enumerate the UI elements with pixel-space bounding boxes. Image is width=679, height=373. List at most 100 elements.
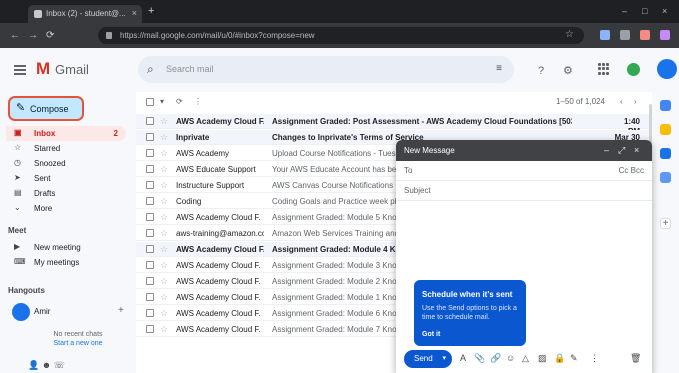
star-icon[interactable]: ☆ xyxy=(160,196,168,206)
star-icon[interactable]: ☆ xyxy=(160,292,168,302)
row-checkbox[interactable] xyxy=(146,197,154,205)
subject-field[interactable]: Subject xyxy=(396,181,652,201)
address-bar[interactable]: https://mail.google.com/mail/u/0/#inbox?… xyxy=(98,27,584,44)
close-tab-icon[interactable]: × xyxy=(132,8,137,18)
extension-icon[interactable] xyxy=(640,30,650,40)
star-icon[interactable]: ☆ xyxy=(160,228,168,238)
extension-icon[interactable] xyxy=(620,30,630,40)
sidebar-item-inbox[interactable]: ▣ Inbox 2 xyxy=(6,126,126,141)
extension-icon[interactable] xyxy=(600,30,610,40)
forward-icon[interactable]: → xyxy=(28,30,38,41)
gmail-logo-text[interactable]: Gmail xyxy=(55,62,89,77)
row-checkbox[interactable] xyxy=(146,277,154,285)
row-checkbox[interactable] xyxy=(146,133,154,141)
star-icon[interactable]: ☆ xyxy=(160,164,168,174)
row-checkbox[interactable] xyxy=(146,117,154,125)
row-checkbox[interactable] xyxy=(146,261,154,269)
fullscreen-icon[interactable]: ⤢ xyxy=(618,145,625,155)
star-icon[interactable]: ☆ xyxy=(160,260,168,270)
close-window-icon[interactable]: × xyxy=(662,6,667,16)
sidebar-item-drafts[interactable]: ▤ Drafts xyxy=(6,186,126,201)
tasks-icon[interactable] xyxy=(660,148,671,159)
star-icon[interactable]: ☆ xyxy=(160,132,168,142)
photo-icon[interactable]: ▨ xyxy=(538,353,547,364)
sidebar-item-sent[interactable]: ➤ Sent xyxy=(6,171,126,186)
browser-tab[interactable]: Inbox (2) - student@... × xyxy=(28,5,142,23)
status-icon[interactable] xyxy=(627,63,640,76)
user-avatar[interactable] xyxy=(12,303,30,321)
star-icon[interactable]: ☆ xyxy=(160,212,168,222)
row-checkbox[interactable] xyxy=(146,325,154,333)
search-icon[interactable]: ⌕ xyxy=(147,62,154,76)
prev-page-icon[interactable]: ‹ xyxy=(620,97,623,107)
row-checkbox[interactable] xyxy=(146,229,154,237)
start-new-link[interactable]: Start a new one xyxy=(48,339,108,348)
row-checkbox[interactable] xyxy=(146,309,154,317)
settings-gear-icon[interactable]: ⚙ xyxy=(563,65,573,77)
sidebar-item-starred[interactable]: ☆ Starred xyxy=(6,141,126,156)
bookmark-star-icon[interactable]: ☆ xyxy=(565,29,574,41)
star-icon[interactable]: ☆ xyxy=(160,308,168,318)
back-icon[interactable]: ← xyxy=(10,30,20,41)
link-icon[interactable]: 🔗 xyxy=(490,353,501,364)
hangouts-footer-icons[interactable]: 👤 ☻ ☏ xyxy=(28,360,65,371)
formatting-icon[interactable]: A xyxy=(460,353,466,364)
sidebar-item-snoozed[interactable]: ◷ Snoozed xyxy=(6,156,126,171)
apps-grid-icon[interactable] xyxy=(598,63,610,75)
recipients-field[interactable]: To Cc Bcc xyxy=(396,161,652,181)
row-checkbox[interactable] xyxy=(146,213,154,221)
minimize-icon[interactable]: – xyxy=(604,145,609,155)
sidebar-item-my-meetings[interactable]: ⌨ My meetings xyxy=(6,255,126,270)
add-addon-icon[interactable]: + xyxy=(660,218,671,229)
add-icon[interactable]: + xyxy=(118,305,124,317)
cc-bcc-link[interactable]: Cc Bcc xyxy=(619,166,644,176)
select-dropdown-icon[interactable]: ▾ xyxy=(160,97,164,107)
more-options-icon[interactable]: ⋮ xyxy=(590,353,599,364)
account-avatar[interactable] xyxy=(657,59,677,79)
search-input[interactable]: Search mail xyxy=(166,64,214,75)
star-icon[interactable]: ☆ xyxy=(160,180,168,190)
keep-icon[interactable] xyxy=(660,124,671,135)
star-icon[interactable]: ☆ xyxy=(160,148,168,158)
confidential-icon[interactable]: 🔒 xyxy=(554,353,565,364)
maximize-icon[interactable]: □ xyxy=(642,6,647,16)
more-options-icon[interactable]: ⋮ xyxy=(194,97,202,107)
gmail-logo-icon[interactable]: M xyxy=(36,60,50,78)
attach-icon[interactable]: 📎 xyxy=(474,353,485,364)
next-page-icon[interactable]: › xyxy=(634,97,637,107)
row-checkbox[interactable] xyxy=(146,245,154,253)
emoji-icon[interactable]: ☺ xyxy=(506,353,515,364)
select-all-checkbox[interactable] xyxy=(146,98,154,106)
sidebar-item-more[interactable]: ⌄ More xyxy=(6,201,126,216)
calendar-icon[interactable] xyxy=(660,100,671,111)
drive-icon[interactable]: △ xyxy=(522,353,529,364)
star-icon[interactable]: ☆ xyxy=(160,276,168,286)
row-checkbox[interactable] xyxy=(146,181,154,189)
compose-button[interactable]: ✎ Compose xyxy=(8,96,84,121)
new-tab-icon[interactable]: + xyxy=(148,5,154,17)
send-button[interactable]: Send ▾ xyxy=(404,350,452,368)
hangouts-user-name[interactable]: Amir xyxy=(34,307,50,317)
minimize-icon[interactable]: – xyxy=(622,6,627,16)
tooltip-got-it-button[interactable]: Got it xyxy=(422,330,440,339)
row-checkbox[interactable] xyxy=(146,165,154,173)
row-checkbox[interactable] xyxy=(146,293,154,301)
row-checkbox[interactable] xyxy=(146,149,154,157)
star-icon[interactable]: ☆ xyxy=(160,244,168,254)
star-icon[interactable]: ☆ xyxy=(160,116,168,126)
reload-icon[interactable]: ⟳ xyxy=(46,30,54,41)
search-options-icon[interactable]: ≡ xyxy=(496,63,502,75)
contacts-icon[interactable] xyxy=(660,172,671,183)
main-menu-icon[interactable] xyxy=(14,65,26,75)
compose-header[interactable]: New Message – ⤢ × xyxy=(396,140,652,161)
search-bar[interactable]: ⌕ Search mail ≡ xyxy=(138,56,514,83)
profile-icon[interactable] xyxy=(660,30,670,40)
sidebar-item-new-meeting[interactable]: ▶ New meeting xyxy=(6,240,126,255)
send-options-icon[interactable]: ▾ xyxy=(442,354,446,364)
discard-draft-icon[interactable]: 🗑 xyxy=(630,353,641,364)
email-row[interactable]: ☆ AWS Academy Cloud F. Assignment Graded: … xyxy=(136,114,652,136)
signature-icon[interactable]: ✎ xyxy=(570,353,578,364)
help-icon[interactable]: ? xyxy=(538,65,544,77)
close-icon[interactable]: × xyxy=(634,145,639,155)
star-icon[interactable]: ☆ xyxy=(160,324,168,334)
